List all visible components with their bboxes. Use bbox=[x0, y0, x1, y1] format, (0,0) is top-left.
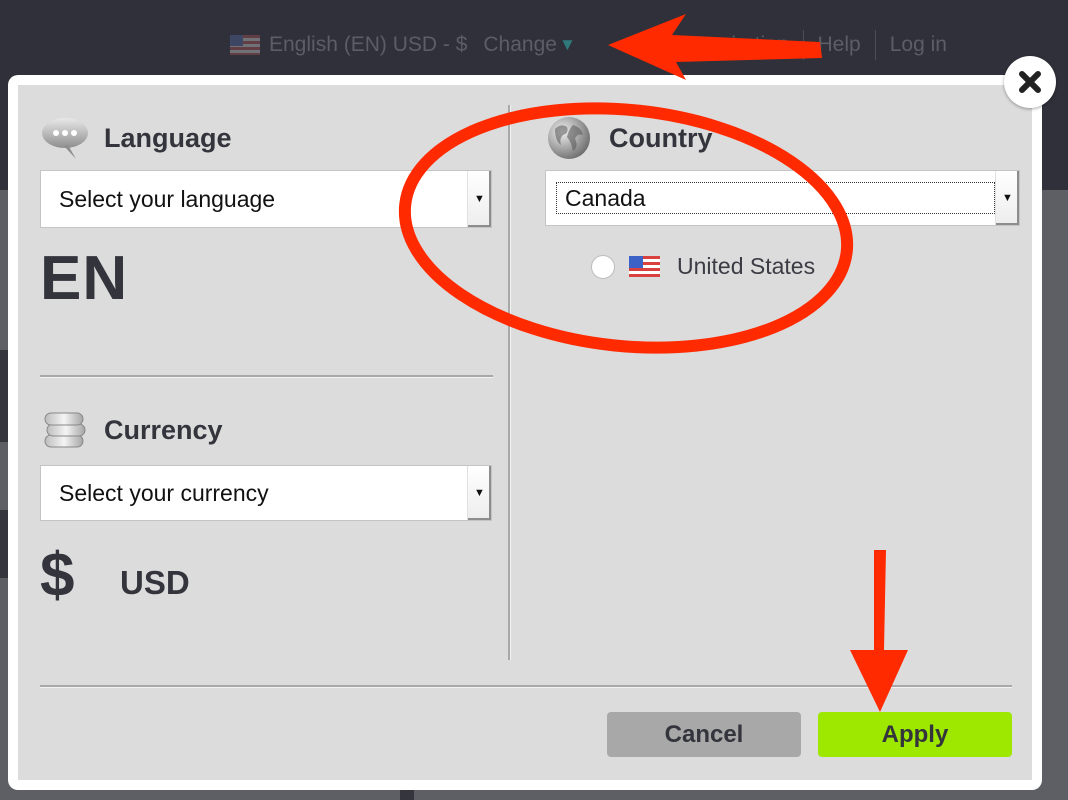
country-heading-text: Country bbox=[609, 122, 713, 153]
country-select[interactable]: Canada ▼ bbox=[545, 170, 1020, 226]
language-heading: Language bbox=[40, 115, 232, 161]
column-divider bbox=[508, 105, 511, 660]
speech-bubble-icon bbox=[40, 115, 90, 161]
country-radio[interactable] bbox=[591, 254, 615, 279]
change-label: Change bbox=[483, 33, 557, 56]
globe-icon bbox=[545, 115, 595, 161]
nav-login[interactable]: Log in bbox=[890, 33, 947, 57]
currency-symbol: $ bbox=[40, 541, 75, 610]
nav-ideas-inspiration[interactable]: & Inspiration bbox=[672, 33, 789, 57]
footer-divider bbox=[40, 685, 1012, 688]
current-language-code: EN bbox=[40, 244, 129, 313]
us-flag-icon bbox=[629, 256, 660, 277]
background-page-block bbox=[1042, 130, 1068, 190]
dropdown-arrow-icon[interactable]: ▼ bbox=[995, 171, 1019, 225]
current-currency-code: USD bbox=[120, 564, 190, 601]
language-select-placeholder: Select your language bbox=[59, 185, 276, 212]
country-option-united-states[interactable]: United States bbox=[591, 253, 815, 280]
locale-modal: Language Select your language ▼ EN Curre… bbox=[8, 75, 1042, 790]
coins-icon bbox=[40, 407, 90, 453]
language-select[interactable]: Select your language ▼ bbox=[40, 170, 492, 228]
currency-heading-text: Currency bbox=[104, 414, 223, 445]
modal-body: Language Select your language ▼ EN Curre… bbox=[18, 85, 1032, 780]
apply-button[interactable]: Apply bbox=[818, 712, 1012, 757]
country-heading: Country bbox=[545, 115, 713, 161]
close-button[interactable] bbox=[1004, 56, 1056, 108]
change-locale-link[interactable]: Change ▼ bbox=[483, 33, 575, 57]
us-flag-icon bbox=[230, 35, 260, 55]
locale-summary: English (EN) USD - $ bbox=[269, 33, 468, 56]
close-icon bbox=[1019, 71, 1041, 93]
currency-select[interactable]: Select your currency ▼ bbox=[40, 465, 492, 521]
section-divider bbox=[40, 375, 493, 378]
header-nav: English (EN) USD - $ Change ▼ & Inspirat… bbox=[230, 30, 947, 60]
caret-down-icon: ▼ bbox=[558, 35, 576, 54]
language-heading-text: Language bbox=[104, 122, 232, 153]
dropdown-arrow-icon[interactable]: ▼ bbox=[467, 171, 491, 227]
currency-heading: Currency bbox=[40, 407, 223, 453]
country-select-value: Canada bbox=[556, 182, 995, 214]
nav-help[interactable]: Help bbox=[818, 33, 861, 57]
cancel-button[interactable]: Cancel bbox=[607, 712, 801, 757]
dropdown-arrow-icon[interactable]: ▼ bbox=[467, 466, 491, 520]
currency-select-placeholder: Select your currency bbox=[59, 479, 269, 506]
country-option-label: United States bbox=[677, 253, 816, 279]
nav-divider bbox=[802, 30, 804, 60]
nav-divider bbox=[874, 30, 876, 60]
